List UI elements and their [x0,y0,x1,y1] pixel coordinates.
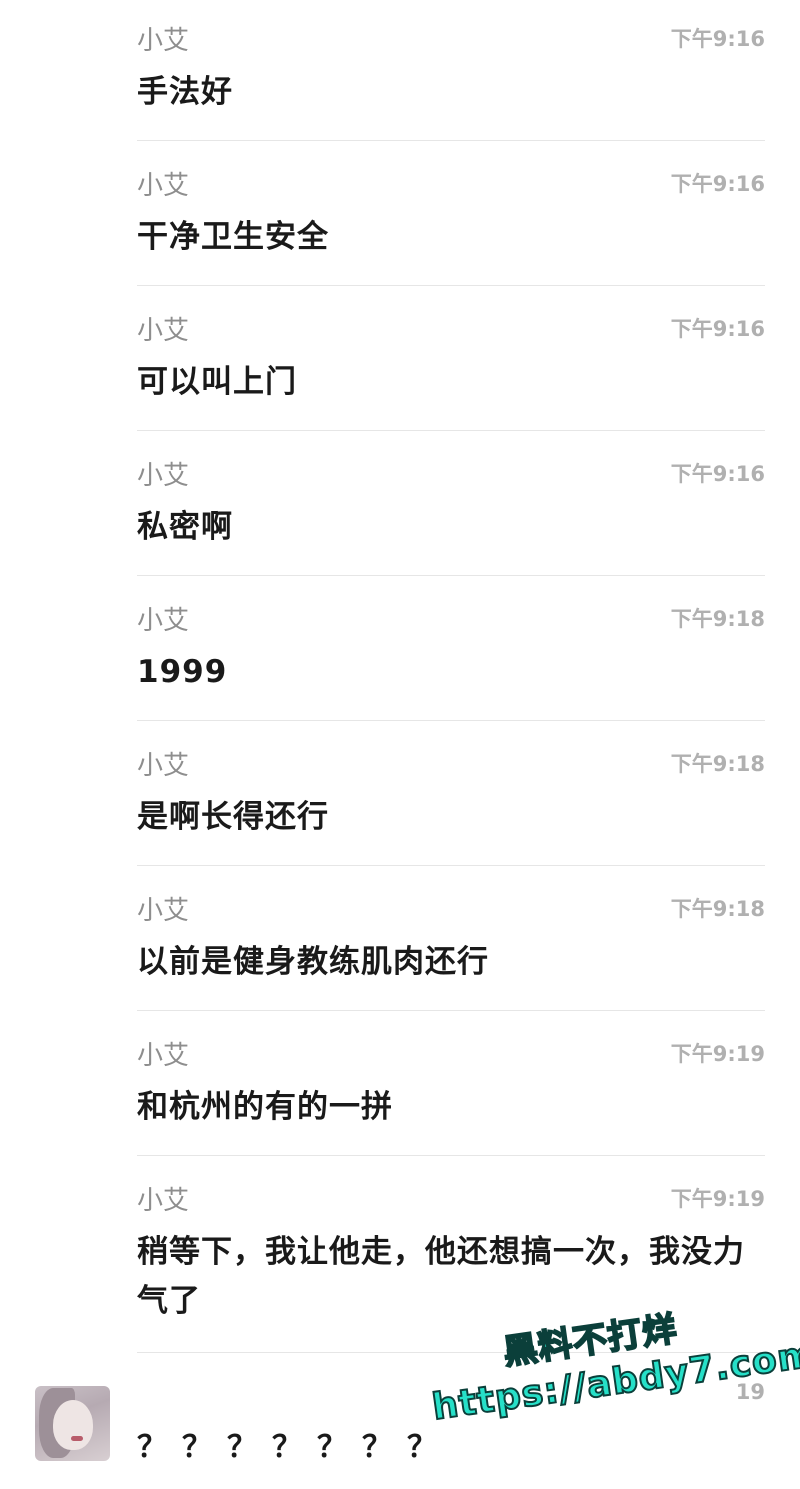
message-time: 下午9:18 [670,897,765,921]
divider [137,140,765,141]
message-text: 可以叫上门 [137,364,297,400]
message-text: 干净卫生安全 [137,219,329,255]
message-sender: 小艾 [137,171,190,201]
message-item[interactable]: 小艾 下午9:16 干净卫生安全 [137,169,765,279]
message-time: 下午9:16 [670,317,765,341]
avatar-face [53,1400,93,1450]
message-item[interactable]: 小艾 下午9:16 手法好 [137,24,765,134]
message-item[interactable]: 小艾 下午9:18 1999 [137,604,765,714]
message-text: 私密啊 [137,509,233,545]
divider [137,865,765,866]
message-time: 下午9:16 [670,172,765,196]
message-time: 下午9:18 [670,607,765,631]
message-item[interactable]: 小艾 下午9:16 可以叫上门 [137,314,765,424]
message-text: 1999 [137,654,228,690]
message-text: 手法好 [137,74,233,110]
message-sender: 小艾 [137,606,190,636]
message-item[interactable]: 小艾 下午9:18 是啊长得还行 [137,749,765,859]
message-text: ？？？？？？？ [137,1430,452,1465]
message-text: 以前是健身教练肌肉还行 [137,944,489,980]
avatar[interactable] [35,1386,110,1461]
message-sender: 小艾 [137,26,190,56]
divider [137,720,765,721]
divider [137,575,765,576]
divider [137,1155,765,1156]
message-item[interactable]: 小艾 下午9:19 和杭州的有的一拼 [137,1039,765,1149]
message-time: 下午9:18 [670,752,765,776]
avatar-lip [71,1436,83,1441]
message-sender: 小艾 [137,1041,190,1071]
message-time: 下午9:19 [670,1042,765,1066]
divider [137,1010,765,1011]
message-sender: 小艾 [137,316,190,346]
message-text: 和杭州的有的一拼 [137,1089,393,1125]
message-time: 下午9:16 [670,462,765,486]
message-sender: 小艾 [137,751,190,781]
message-sender: 小艾 [137,1186,190,1216]
message-sender: 小艾 [137,461,190,491]
message-time: 下午9:16 [670,27,765,51]
message-time: 下午9:19 [670,1187,765,1211]
message-text: 是啊长得还行 [137,799,329,835]
message-item[interactable]: 小艾 下午9:18 以前是健身教练肌肉还行 [137,894,765,1004]
divider [137,430,765,431]
message-sender: 小艾 [137,896,190,926]
message-item[interactable]: 小艾 下午9:16 私密啊 [137,459,765,569]
divider [137,285,765,286]
